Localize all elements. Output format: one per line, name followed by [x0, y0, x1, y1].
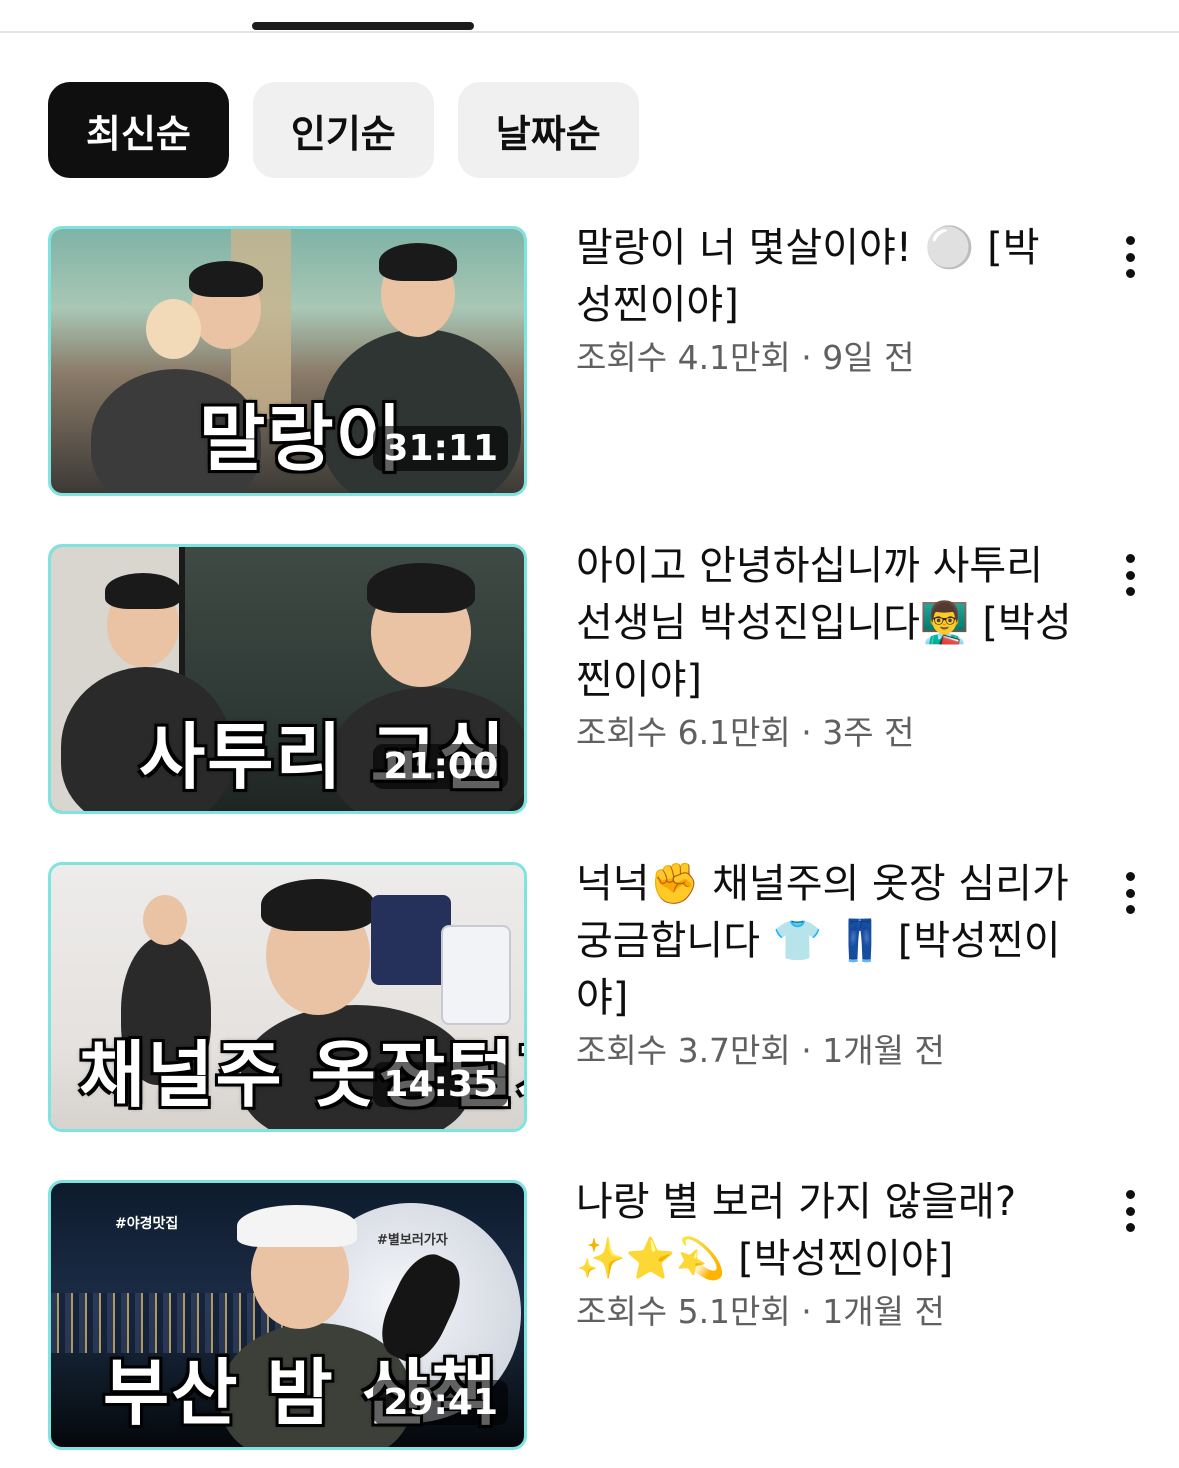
- filter-chip-latest[interactable]: 최신순: [48, 82, 229, 178]
- video-thumbnail[interactable]: #야경맛집 #별보러가자 부산 밤 산책 29:41: [48, 1180, 527, 1450]
- video-thumbnail[interactable]: 채널주 옷장털기 14:35: [48, 862, 527, 1132]
- video-item[interactable]: 사투리 교실 21:00 아이고 안녕하십니까 사투리 선생님 박성진입니다👨‍…: [48, 543, 1158, 814]
- video-thumbnail[interactable]: 사투리 교실 21:00: [48, 544, 527, 814]
- video-stats: 조회수 4.1만회 · 9일 전: [576, 338, 915, 377]
- more-options-icon[interactable]: [1108, 550, 1152, 600]
- video-thumbnail[interactable]: 말랑이 31:11: [48, 226, 527, 496]
- video-item[interactable]: #야경맛집 #별보러가자 부산 밤 산책 29:41 나랑 별 보러 가지 않을…: [48, 1179, 1158, 1450]
- filter-chip-date[interactable]: 날짜순: [457, 82, 639, 178]
- thumbnail-tag: #별보러가자: [377, 1233, 448, 1248]
- video-stats: 조회수 3.7만회 · 1개월 전: [576, 1031, 945, 1070]
- video-title[interactable]: 아이고 안녕하십니까 사투리 선생님 박성진입니다👨‍🏫 [박성찐이야]: [576, 538, 1076, 709]
- video-duration: 14:35: [373, 1062, 508, 1107]
- sheet-drag-handle[interactable]: [252, 22, 474, 30]
- more-options-icon[interactable]: [1108, 1186, 1152, 1236]
- video-duration: 31:11: [373, 426, 508, 471]
- video-title[interactable]: 넉넉✊ 채널주의 옷장 심리가 궁금합니다 👕 👖 [박성찐이야]: [576, 856, 1076, 1027]
- sort-filter-chips: 최신순 인기순 날짜순: [48, 82, 639, 178]
- video-title[interactable]: 나랑 별 보러 가지 않을래? ✨⭐️💫 [박성찐이야]: [576, 1174, 1076, 1288]
- video-item[interactable]: 말랑이 31:11 말랑이 너 몇살이야! ⚪️ [박성찐이야] 조회수 4.1…: [48, 225, 1158, 496]
- video-stats: 조회수 6.1만회 · 3주 전: [576, 713, 915, 752]
- video-title[interactable]: 말랑이 너 몇살이야! ⚪️ [박성찐이야]: [576, 220, 1076, 334]
- video-stats: 조회수 5.1만회 · 1개월 전: [576, 1292, 945, 1331]
- thumbnail-tag: #야경맛집: [115, 1216, 179, 1232]
- filter-chip-popular[interactable]: 인기순: [252, 82, 434, 178]
- more-options-icon[interactable]: [1108, 232, 1152, 282]
- more-options-icon[interactable]: [1108, 868, 1152, 918]
- divider: [0, 31, 1179, 33]
- video-duration: 21:00: [373, 744, 508, 789]
- video-item[interactable]: 채널주 옷장털기 14:35 넉넉✊ 채널주의 옷장 심리가 궁금합니다 👕 👖…: [48, 861, 1158, 1132]
- video-duration: 29:41: [373, 1380, 508, 1425]
